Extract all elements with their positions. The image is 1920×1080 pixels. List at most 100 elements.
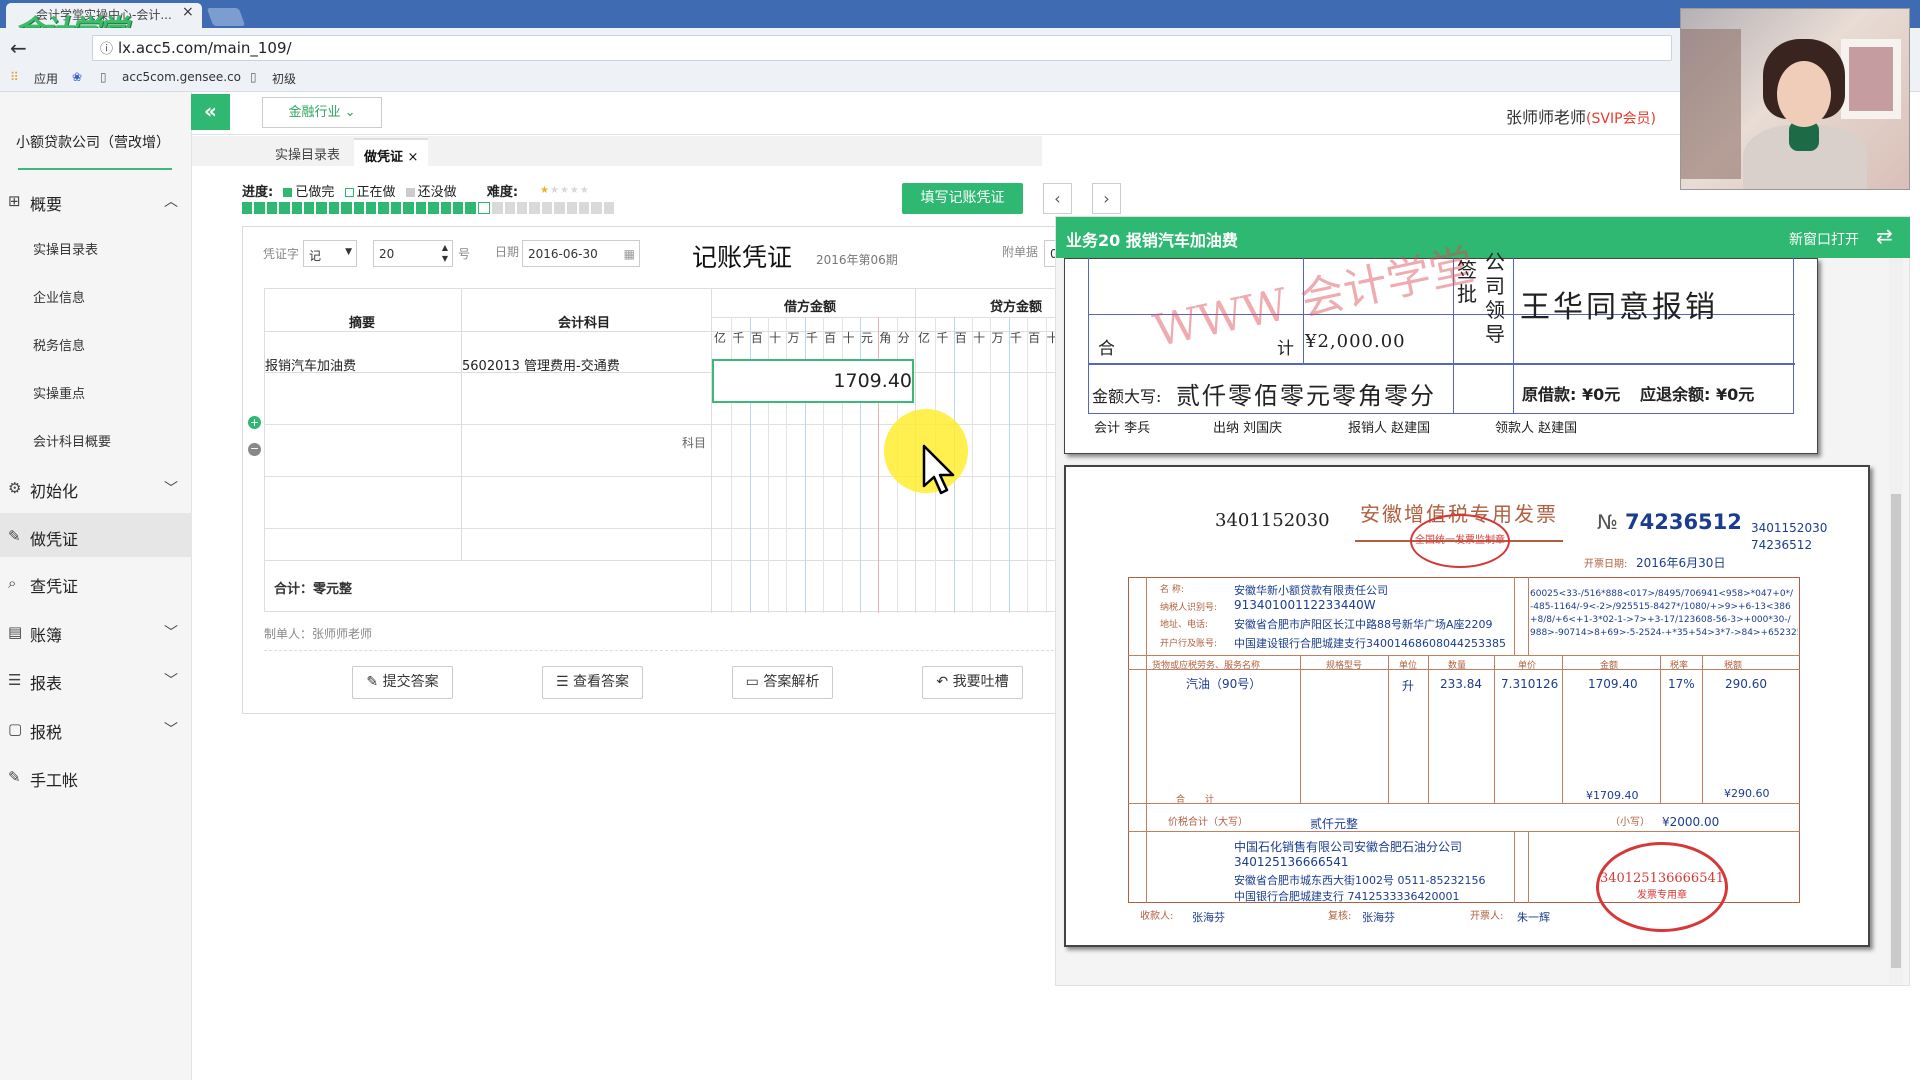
- voucher-number-stepper[interactable]: 20 ▲ ▼: [373, 240, 453, 267]
- progress-segment: [341, 202, 352, 214]
- sidebar-item-tax-info[interactable]: 税务信息: [33, 335, 85, 354]
- date-label: 开票日期:: [1584, 559, 1628, 570]
- nav-check-voucher[interactable]: ⌕ 查凭证: [0, 561, 192, 605]
- tab-practice-list[interactable]: 实操目录表: [265, 138, 350, 166]
- progress-segment: [452, 202, 464, 214]
- next-button[interactable]: ›: [1092, 183, 1121, 214]
- sidebar-item-company-info[interactable]: 企业信息: [33, 287, 85, 306]
- sidebar-item-key-points[interactable]: 实操重点: [33, 383, 85, 402]
- row1-account[interactable]: 5602013 管理费用-交通费: [462, 355, 620, 374]
- progress-segment: [304, 202, 315, 214]
- digit-header: 万: [991, 331, 1004, 345]
- issuer: 朱一辉: [1517, 911, 1550, 924]
- page-icon: ▯: [100, 70, 107, 84]
- nav-make-voucher[interactable]: ✎ 做凭证: [0, 514, 192, 558]
- sidebar-item-account-overview[interactable]: 会计科目概要: [33, 431, 111, 450]
- done-swatch: [283, 188, 293, 197]
- tab-make-voucher[interactable]: 做凭证 ×: [354, 138, 429, 166]
- svip-badge: (SVIP会员): [1586, 111, 1656, 127]
- complain-button[interactable]: ↶ 我要吐槽: [922, 666, 1023, 699]
- edit-icon: ✎: [366, 674, 379, 690]
- row1-summary[interactable]: 报销汽车加油费: [265, 355, 356, 374]
- scrollbar-thumb[interactable]: [1891, 494, 1901, 968]
- prev-button[interactable]: ‹: [1043, 183, 1072, 214]
- checker-label: 复核:: [1328, 911, 1352, 922]
- url-text[interactable]: lx.acc5.com/main_109/: [118, 39, 292, 57]
- fill-voucher-button[interactable]: 填写记账凭证: [902, 183, 1023, 214]
- pen-icon: ✎: [8, 768, 21, 786]
- info-icon[interactable]: ⓘ: [100, 38, 113, 57]
- apps-icon[interactable]: ⠿: [10, 70, 19, 84]
- receipt-total-amount: ¥2,000.00: [1305, 331, 1406, 352]
- add-row-icon[interactable]: +: [248, 416, 261, 429]
- buyer-addr-label: 地址、电话:: [1160, 620, 1209, 630]
- progress-segment: [440, 202, 451, 214]
- submit-answer-button[interactable]: ✎ 提交答案: [352, 666, 453, 699]
- nav-init[interactable]: ⚙ 初始化 ﹀: [0, 466, 192, 510]
- close-icon[interactable]: ×: [182, 4, 194, 20]
- refund: 应退余额: ¥0元: [1640, 385, 1755, 404]
- user-name[interactable]: 张师师老师(SVIP会员): [1506, 104, 1656, 128]
- nav-manual-book[interactable]: ✎ 手工帐: [0, 755, 192, 799]
- swap-icon[interactable]: ⇄: [1876, 224, 1893, 248]
- progress-segment: [492, 202, 503, 214]
- nav-ledger[interactable]: ▤ 账簿 ﹀: [0, 610, 192, 654]
- invoice-date: 2016年6月30日: [1636, 556, 1726, 570]
- progress-segment: [328, 202, 340, 214]
- progress-segment: [529, 202, 540, 214]
- view-answer-button[interactable]: ☰ 查看答案: [542, 666, 643, 699]
- digit-divider: [972, 317, 974, 613]
- attachments-label: 附单据: [1002, 245, 1039, 259]
- signer-accountant: 会计 李兵: [1094, 421, 1151, 436]
- cipher-line-1: 60025<33-/516*888<017>/8495/706941<958>*…: [1530, 589, 1794, 599]
- bookmark-apps[interactable]: 应用: [34, 70, 58, 87]
- answer-analysis-button[interactable]: ▭ 答案解析: [732, 666, 833, 699]
- new-tab-button[interactable]: [206, 8, 246, 26]
- hdr-spec: 规格型号: [1326, 661, 1363, 671]
- divider: [264, 650, 1064, 651]
- nav-reports[interactable]: ☰ 报表 ﹀: [0, 658, 192, 702]
- back-arrow-icon[interactable]: ←: [10, 36, 27, 60]
- difficulty-stars: ★★★★★: [540, 185, 590, 196]
- url-input[interactable]: [92, 35, 1672, 61]
- digit-header: 亿: [918, 331, 931, 345]
- invoice-seal: 全国统一发票监制章: [1410, 514, 1510, 568]
- progress-segment: [390, 202, 402, 214]
- sum-tax: ¥290.60: [1724, 787, 1770, 800]
- col-summary: 摘要: [349, 316, 376, 331]
- list-icon: ☰: [8, 671, 22, 689]
- buyer-tax-id: 913401001122334​40W: [1234, 598, 1376, 612]
- reply-icon: ↶: [936, 674, 949, 690]
- open-new-window-link[interactable]: 新窗口打开: [1789, 229, 1859, 249]
- book-icon: ▤: [8, 623, 23, 641]
- todo-swatch: [405, 188, 415, 197]
- progress-segment: [242, 202, 253, 214]
- digit-header: 十: [769, 331, 782, 345]
- bookmark-gensee[interactable]: acc5com.gensee.co: [122, 70, 241, 84]
- nav-tax[interactable]: ▢ 报税 ﹀: [0, 707, 192, 751]
- bookmark-primary[interactable]: 初级: [272, 70, 296, 87]
- total-small: ¥2000.00: [1662, 815, 1720, 829]
- nav-overview[interactable]: ⊞ 概要 ︿: [0, 179, 192, 223]
- doing-swatch: [344, 188, 354, 197]
- industry-dropdown[interactable]: 金融行业 ⌄: [262, 97, 382, 128]
- row1-debit-input[interactable]: 1709.40: [712, 359, 914, 403]
- progress-segment: [415, 202, 427, 214]
- voucher-word-select[interactable]: 记 ▼: [303, 240, 357, 267]
- col-account: 会计科目: [558, 316, 611, 331]
- signer-payee: 领款人 赵建国: [1495, 421, 1578, 436]
- close-icon[interactable]: ×: [408, 150, 419, 165]
- payee: 张海芬: [1192, 911, 1225, 924]
- search-icon: ⌕: [8, 574, 17, 592]
- date-input[interactable]: 2016-06-30 ▦: [522, 240, 640, 267]
- receipt-total-label2: 计: [1277, 339, 1294, 359]
- stepper-icon[interactable]: ▲ ▼: [442, 242, 448, 264]
- hdr-amount: 金额: [1600, 661, 1619, 671]
- voucher-maker: 制单人：张师师老师: [264, 627, 373, 641]
- sidebar-item-practice-list[interactable]: 实操目录表: [33, 239, 98, 258]
- remove-row-icon[interactable]: −: [248, 443, 261, 456]
- item-qty: 233.84: [1440, 677, 1482, 691]
- collapse-sidebar-button[interactable]: «: [191, 94, 230, 130]
- receipt-total-label: 合: [1098, 339, 1115, 359]
- calendar-icon[interactable]: ▦: [624, 247, 635, 261]
